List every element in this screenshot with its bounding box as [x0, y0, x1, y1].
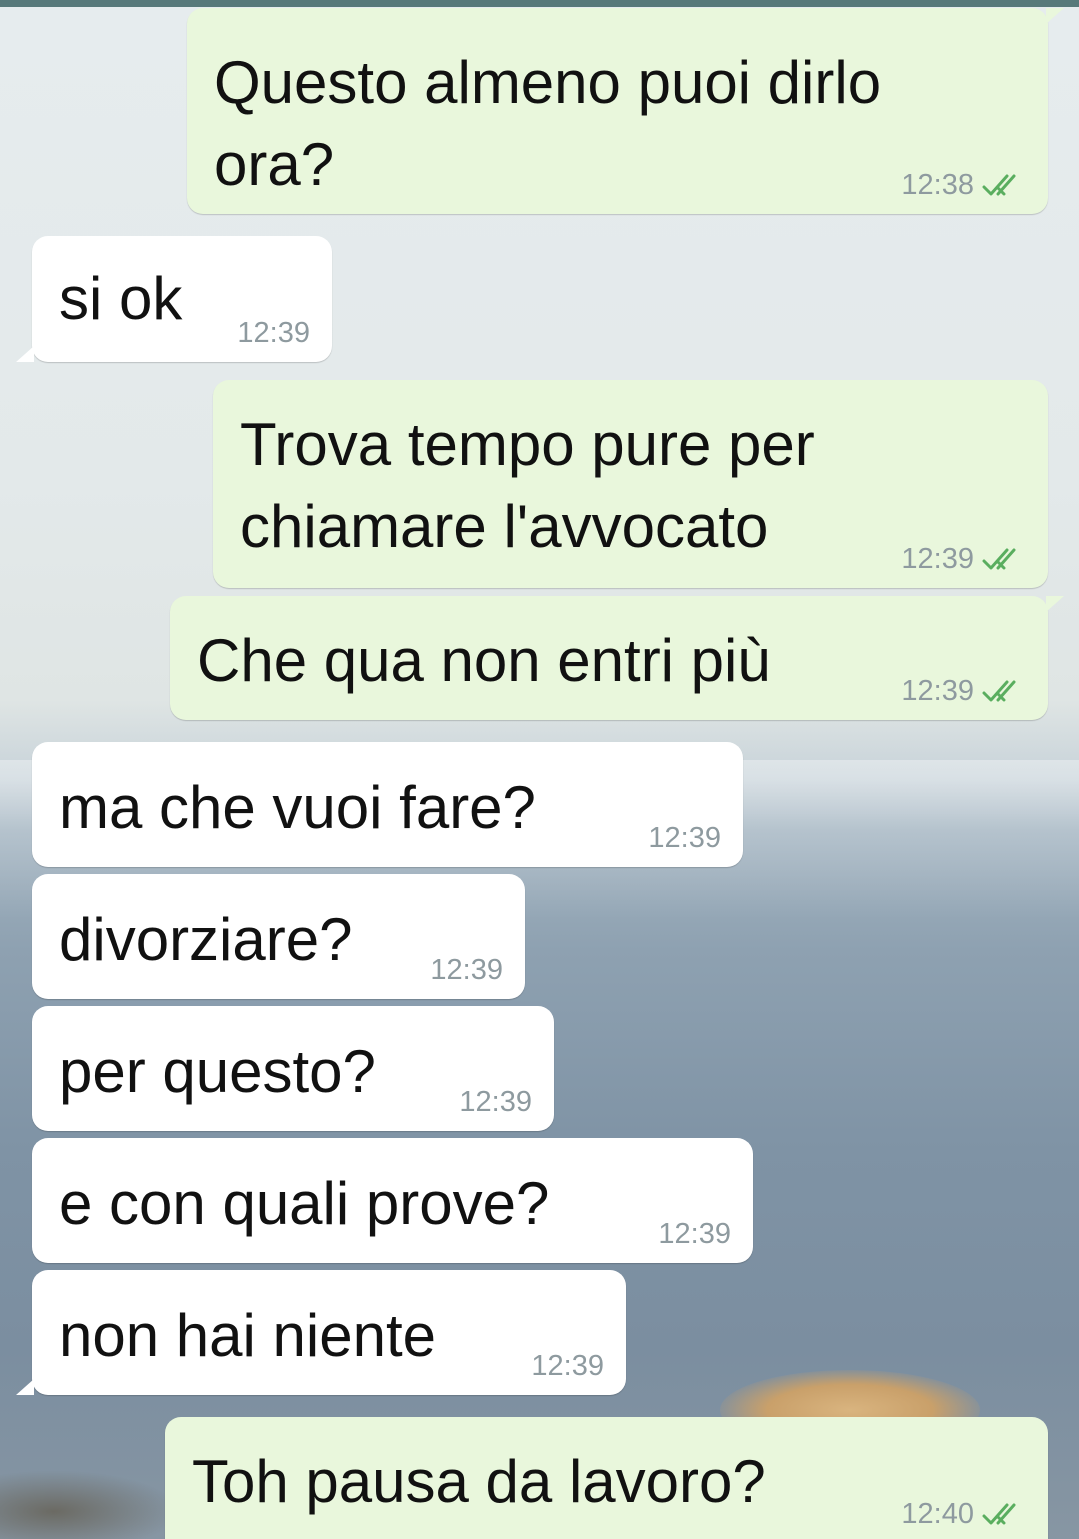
background-shore [0, 1470, 180, 1539]
message-bubble-outgoing[interactable]: Questo almeno puoi dirlo ora? 12:38 [187, 8, 1064, 214]
message-meta: 12:39 [901, 675, 1028, 708]
message-time: 12:39 [531, 1350, 604, 1382]
message-text: Trova tempo pure per chiamare l'avvocato [240, 411, 815, 560]
message-text: Toh pausa da lavoro? [192, 1448, 766, 1515]
double-check-icon [982, 679, 1028, 705]
message-bubble-incoming[interactable]: e con quali prove? 12:39 [32, 1138, 753, 1263]
double-check-icon [982, 173, 1028, 199]
message-meta: 12:39 [648, 822, 721, 855]
message-time: 12:39 [648, 822, 721, 854]
message-time: 12:39 [459, 1086, 532, 1118]
message-time: 12:40 [901, 1498, 974, 1530]
message-meta: 12:39 [901, 543, 1028, 576]
message-bubble-outgoing[interactable]: Trova tempo pure per chiamare l'avvocato… [213, 380, 1048, 588]
message-bubble-incoming[interactable]: non hai niente 12:39 [16, 1270, 626, 1395]
message-time: 12:39 [430, 954, 503, 986]
message-text: per questo? [59, 1038, 376, 1105]
message-bubble-outgoing[interactable]: Toh pausa da lavoro? 12:40 [165, 1417, 1048, 1539]
message-meta: 12:39 [237, 317, 310, 350]
top-bar [0, 0, 1079, 7]
message-text: e con quali prove? [59, 1170, 550, 1237]
message-bubble-outgoing[interactable]: Che qua non entri più 12:39 [170, 596, 1064, 720]
message-time: 12:38 [901, 169, 974, 201]
message-text: ma che vuoi fare? [59, 774, 536, 841]
message-meta: 12:39 [658, 1218, 731, 1251]
message-text: si ok [59, 265, 183, 332]
message-time: 12:39 [901, 675, 974, 707]
message-meta: 12:38 [901, 169, 1028, 202]
message-time: 12:39 [901, 543, 974, 575]
message-time: 12:39 [237, 317, 310, 349]
message-text: Che qua non entri più [197, 627, 771, 694]
message-bubble-incoming[interactable]: per questo? 12:39 [32, 1006, 554, 1131]
message-text: Questo almeno puoi dirlo ora? [214, 49, 882, 198]
double-check-icon [982, 547, 1028, 573]
message-text: non hai niente [59, 1302, 436, 1369]
message-bubble-incoming[interactable]: si ok 12:39 [16, 236, 332, 362]
message-meta: 12:39 [459, 1086, 532, 1119]
message-bubble-incoming[interactable]: ma che vuoi fare? 12:39 [32, 742, 743, 867]
message-text: divorziare? [59, 906, 353, 973]
double-check-icon [982, 1502, 1028, 1528]
message-time: 12:39 [658, 1218, 731, 1250]
message-meta: 12:40 [901, 1498, 1028, 1531]
message-meta: 12:39 [531, 1350, 604, 1383]
message-bubble-incoming[interactable]: divorziare? 12:39 [32, 874, 525, 999]
message-meta: 12:39 [430, 954, 503, 987]
